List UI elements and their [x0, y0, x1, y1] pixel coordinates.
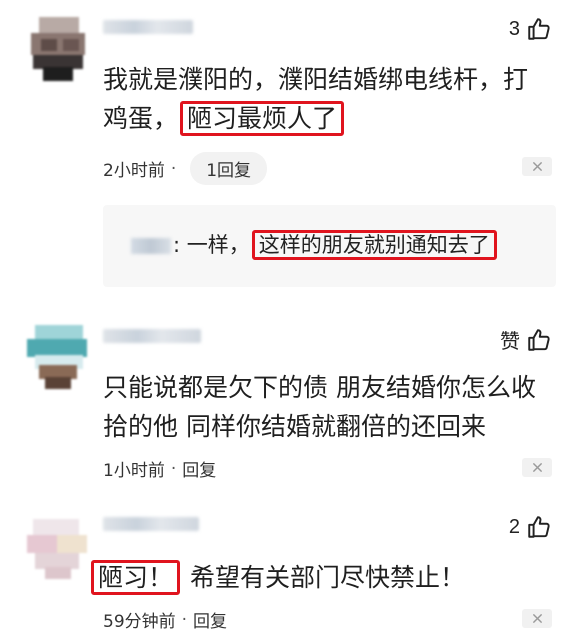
username[interactable] [103, 517, 199, 531]
reply-username[interactable] [131, 238, 171, 254]
comment-text: 陋习！ 希望有关部门尽快禁止！ [89, 558, 549, 597]
avatar[interactable] [21, 317, 95, 391]
comment-meta: 59分钟前 · 回复 [103, 607, 227, 633]
sub-reply-text: : 一样， 这样的朋友就别通知去了 [173, 227, 499, 263]
comment-text-plain: 鸡蛋， [103, 104, 179, 133]
thumbs-up-icon [528, 516, 550, 538]
like-count: 3 [508, 17, 520, 40]
close-icon [532, 162, 542, 171]
comment-time: 1小时前 [103, 461, 165, 481]
highlighted-text: 陋习最烦人了 [180, 101, 345, 136]
comment-text-line: 拾的他 同样你结婚就翻倍的还回来 [103, 412, 486, 441]
like-button[interactable]: 赞 [500, 325, 552, 354]
like-button[interactable]: 2 [509, 514, 552, 540]
meta-separator: · [181, 609, 188, 630]
avatar[interactable] [21, 9, 95, 83]
comment-text-line: 只能说都是欠下的债 朋友结婚你怎么收 [103, 373, 536, 402]
thumbs-up-icon [528, 328, 550, 351]
username[interactable] [103, 20, 193, 34]
reply-button[interactable]: 回复 [182, 456, 216, 481]
like-count: 赞 [500, 331, 520, 353]
like-count: 2 [508, 515, 520, 538]
meta-separator: · [170, 458, 177, 479]
dismiss-button[interactable] [522, 157, 552, 176]
comment-time: 2小时前 [103, 161, 165, 181]
comment-meta: 1小时前 · 回复 [103, 456, 216, 482]
meta-separator: · [170, 158, 177, 179]
comment-meta: 2小时前 · 1回复 [103, 152, 268, 185]
reply-count-button[interactable]: 1回复 [190, 152, 268, 185]
comment-list: 3 我就是濮阳的，濮阳结婚绑电线杆，打 鸡蛋， 陋习最烦人了 2小时前 · 1回复… [0, 0, 584, 638]
highlighted-text: 陋习！ [91, 560, 181, 595]
dismiss-button[interactable] [522, 458, 552, 477]
comment-text-plain: 希望有关部门尽快禁止！ [189, 563, 465, 592]
sub-reply[interactable]: : 一样， 这样的朋友就别通知去了 [103, 205, 556, 287]
comment-text-line: 我就是濮阳的，濮阳结婚绑电线杆，打 [103, 65, 529, 94]
reply-button[interactable]: 回复 [193, 607, 227, 632]
comment-text: 我就是濮阳的，濮阳结婚绑电线杆，打 鸡蛋， 陋习最烦人了 [103, 60, 563, 138]
highlighted-text: 这样的朋友就别通知去了 [251, 230, 497, 260]
comment-time: 59分钟前 [103, 612, 176, 632]
comment-text: 只能说都是欠下的债 朋友结婚你怎么收 拾的他 同样你结婚就翻倍的还回来 [103, 368, 563, 446]
username[interactable] [103, 329, 201, 343]
thumbs-up-icon [528, 18, 550, 40]
close-icon [532, 463, 542, 472]
like-button[interactable]: 3 [509, 16, 552, 42]
close-icon [532, 614, 542, 623]
sub-reply-prefix: : 一样， [173, 233, 250, 257]
comment-text-line: 鸡蛋， 陋习最烦人了 [103, 99, 563, 138]
dismiss-button[interactable] [522, 609, 552, 628]
avatar[interactable] [21, 509, 95, 583]
